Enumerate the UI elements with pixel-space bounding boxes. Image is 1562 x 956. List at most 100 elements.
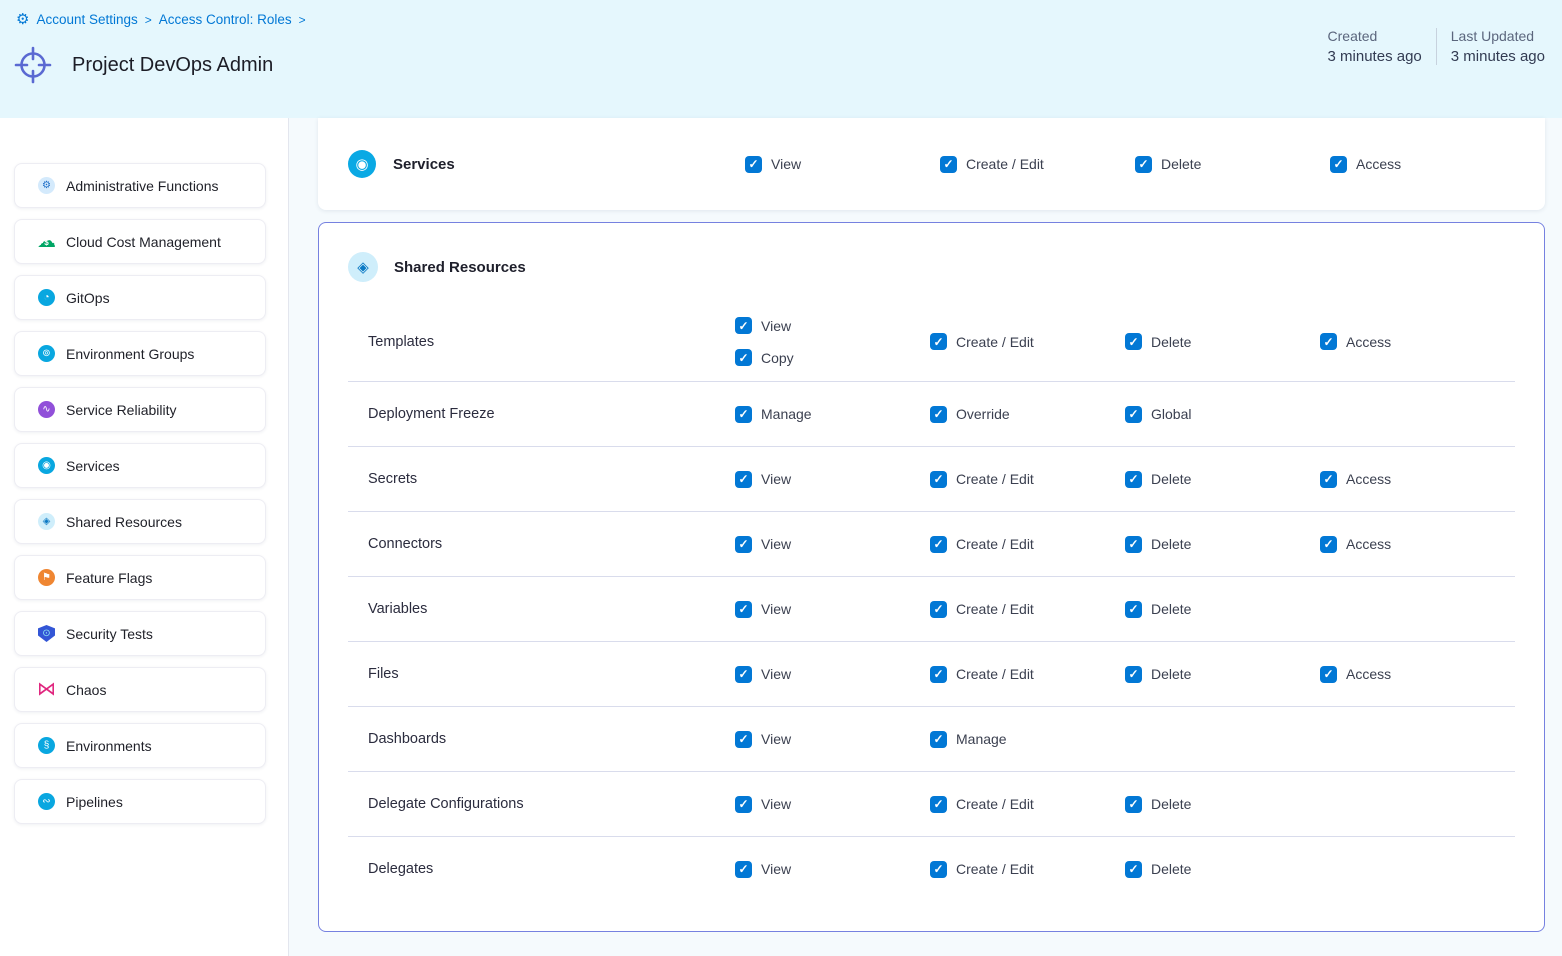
permission-checkbox[interactable]: ✓ Create / Edit: [930, 861, 1125, 878]
breadcrumb: ⚙ Account Settings > Access Control: Rol…: [16, 12, 306, 27]
checkbox-checked[interactable]: ✓: [1320, 666, 1337, 683]
permission-checkbox[interactable]: ✓ View: [735, 796, 930, 813]
permission-checkbox[interactable]: ✓ Create / Edit: [930, 666, 1125, 683]
checkbox-checked[interactable]: ✓: [930, 471, 947, 488]
checkbox-checked[interactable]: ✓: [1125, 536, 1142, 553]
check-icon: ✓: [1323, 336, 1333, 348]
permission-column: ✓ View: [735, 601, 930, 618]
resource-row: Delegate Configurations ✓ View ✓ Create …: [348, 771, 1515, 836]
permission-checkbox[interactable]: ✓ Access: [1330, 156, 1525, 173]
sidebar-item-environments[interactable]: § Environments: [14, 723, 266, 768]
permission-checkbox[interactable]: ✓ Create / Edit: [930, 471, 1125, 488]
role-target-icon: [12, 44, 54, 86]
check-icon: ✓: [738, 352, 748, 364]
sidebar-item-chaos[interactable]: ⋈ Chaos: [14, 667, 266, 712]
permission-checkbox[interactable]: ✓ Delete: [1125, 536, 1320, 553]
permission-checkbox[interactable]: ✓ View: [735, 731, 930, 748]
checkbox-checked[interactable]: ✓: [1125, 333, 1142, 350]
permission-checkbox[interactable]: ✓ Delete: [1135, 156, 1330, 173]
permission-checkbox[interactable]: ✓ Override: [930, 406, 1125, 423]
permission-checkbox[interactable]: ✓ Copy: [735, 349, 930, 366]
permission-checkbox[interactable]: ✓ Access: [1320, 471, 1515, 488]
checkbox-checked[interactable]: ✓: [930, 796, 947, 813]
checkbox-checked[interactable]: ✓: [930, 601, 947, 618]
permission-checkbox[interactable]: ✓ View: [735, 471, 930, 488]
resource-name: Secrets: [348, 471, 735, 487]
permission-column: ✓ Access: [1320, 317, 1515, 366]
shared-resources-header: ◈ Shared Resources: [319, 223, 1544, 302]
permission-checkbox[interactable]: ✓ Delete: [1125, 796, 1320, 813]
resource-row: Deployment Freeze ✓ Manage ✓ Override ✓ …: [348, 381, 1515, 446]
checkbox-checked[interactable]: ✓: [930, 536, 947, 553]
permission-checkbox[interactable]: ✓ Create / Edit: [930, 601, 1125, 618]
checkbox-checked[interactable]: ✓: [930, 731, 947, 748]
permission-label: View: [771, 156, 801, 172]
permission-checkbox[interactable]: ✓ View: [735, 536, 930, 553]
permission-checkbox[interactable]: ✓ Delete: [1125, 333, 1320, 350]
checkbox-checked[interactable]: ✓: [1320, 471, 1337, 488]
permission-checkbox[interactable]: ✓ Delete: [1125, 601, 1320, 618]
checkbox-checked[interactable]: ✓: [735, 536, 752, 553]
sidebar-item-security-tests[interactable]: ⊙ Security Tests: [14, 611, 266, 656]
breadcrumb-link-access-control-roles[interactable]: Access Control: Roles: [159, 12, 292, 27]
permission-checkbox[interactable]: ✓ Access: [1320, 666, 1515, 683]
sidebar-item-pipelines[interactable]: ∾ Pipelines: [14, 779, 266, 824]
permission-checkbox[interactable]: ✓ View: [735, 666, 930, 683]
permission-checkbox[interactable]: ✓ Delete: [1125, 471, 1320, 488]
permission-checkbox[interactable]: ✓ Create / Edit: [930, 536, 1125, 553]
checkbox-checked[interactable]: ✓: [1320, 536, 1337, 553]
checkbox-checked[interactable]: ✓: [745, 156, 762, 173]
checkbox-checked[interactable]: ✓: [1125, 796, 1142, 813]
checkbox-checked[interactable]: ✓: [735, 861, 752, 878]
permission-checkbox[interactable]: ✓ Delete: [1125, 666, 1320, 683]
permission-checkbox[interactable]: ✓ Delete: [1125, 861, 1320, 878]
permission-column: [1320, 796, 1515, 813]
sidebar-item-services[interactable]: ◉ Services: [14, 443, 266, 488]
permission-checkbox[interactable]: ✓ View: [735, 317, 930, 334]
checkbox-checked[interactable]: ✓: [735, 349, 752, 366]
checkbox-checked[interactable]: ✓: [1135, 156, 1152, 173]
permission-checkbox[interactable]: ✓ Create / Edit: [930, 796, 1125, 813]
sidebar-item-feature-flags[interactable]: ⚑ Feature Flags: [14, 555, 266, 600]
breadcrumb-link-account-settings[interactable]: Account Settings: [36, 12, 137, 27]
check-icon: ✓: [738, 863, 748, 875]
checkbox-checked[interactable]: ✓: [940, 156, 957, 173]
permission-checkbox[interactable]: ✓ Global: [1125, 406, 1320, 423]
shared-resources-card: ◈ Shared Resources Templates ✓ View ✓ Co…: [318, 222, 1545, 932]
checkbox-checked[interactable]: ✓: [1320, 333, 1337, 350]
sidebar-item-cloud-cost-management[interactable]: ☁$ Cloud Cost Management: [14, 219, 266, 264]
checkbox-checked[interactable]: ✓: [735, 731, 752, 748]
permission-checkbox[interactable]: ✓ View: [735, 601, 930, 618]
permission-checkbox[interactable]: ✓ Manage: [930, 731, 1125, 748]
checkbox-checked[interactable]: ✓: [930, 666, 947, 683]
sidebar-item-gitops[interactable]: ◔ GitOps: [14, 275, 266, 320]
permission-checkbox[interactable]: ✓ Create / Edit: [930, 333, 1125, 350]
checkbox-checked[interactable]: ✓: [735, 317, 752, 334]
checkbox-checked[interactable]: ✓: [735, 666, 752, 683]
checkbox-checked[interactable]: ✓: [1125, 666, 1142, 683]
sidebar-item-administrative-functions[interactable]: ⚙ Administrative Functions: [14, 163, 266, 208]
sidebar-item-shared-resources[interactable]: ◈ Shared Resources: [14, 499, 266, 544]
permission-checkbox[interactable]: ✓ Access: [1320, 333, 1515, 350]
checkbox-checked[interactable]: ✓: [1330, 156, 1347, 173]
sidebar-item-environment-groups[interactable]: ⊚ Environment Groups: [14, 331, 266, 376]
checkbox-checked[interactable]: ✓: [735, 796, 752, 813]
permission-checkbox[interactable]: ✓ Access: [1320, 536, 1515, 553]
checkbox-checked[interactable]: ✓: [1125, 601, 1142, 618]
checkbox-checked[interactable]: ✓: [735, 406, 752, 423]
checkbox-checked[interactable]: ✓: [1125, 406, 1142, 423]
permission-checkbox[interactable]: ✓ Manage: [735, 406, 930, 423]
checkbox-checked[interactable]: ✓: [735, 471, 752, 488]
checkbox-checked[interactable]: ✓: [930, 861, 947, 878]
sidebar-item-service-reliability[interactable]: ∿ Service Reliability: [14, 387, 266, 432]
checkbox-checked[interactable]: ✓: [930, 406, 947, 423]
permission-checkbox[interactable]: ✓ View: [745, 156, 940, 173]
permission-checkbox[interactable]: ✓ Create / Edit: [940, 156, 1135, 173]
checkbox-checked[interactable]: ✓: [1125, 471, 1142, 488]
permission-column: ✓ Create / Edit: [930, 601, 1125, 618]
checkbox-checked[interactable]: ✓: [735, 601, 752, 618]
permission-checkbox[interactable]: ✓ View: [735, 861, 930, 878]
checkbox-checked[interactable]: ✓: [930, 333, 947, 350]
resource-name: Connectors: [348, 536, 735, 552]
checkbox-checked[interactable]: ✓: [1125, 861, 1142, 878]
